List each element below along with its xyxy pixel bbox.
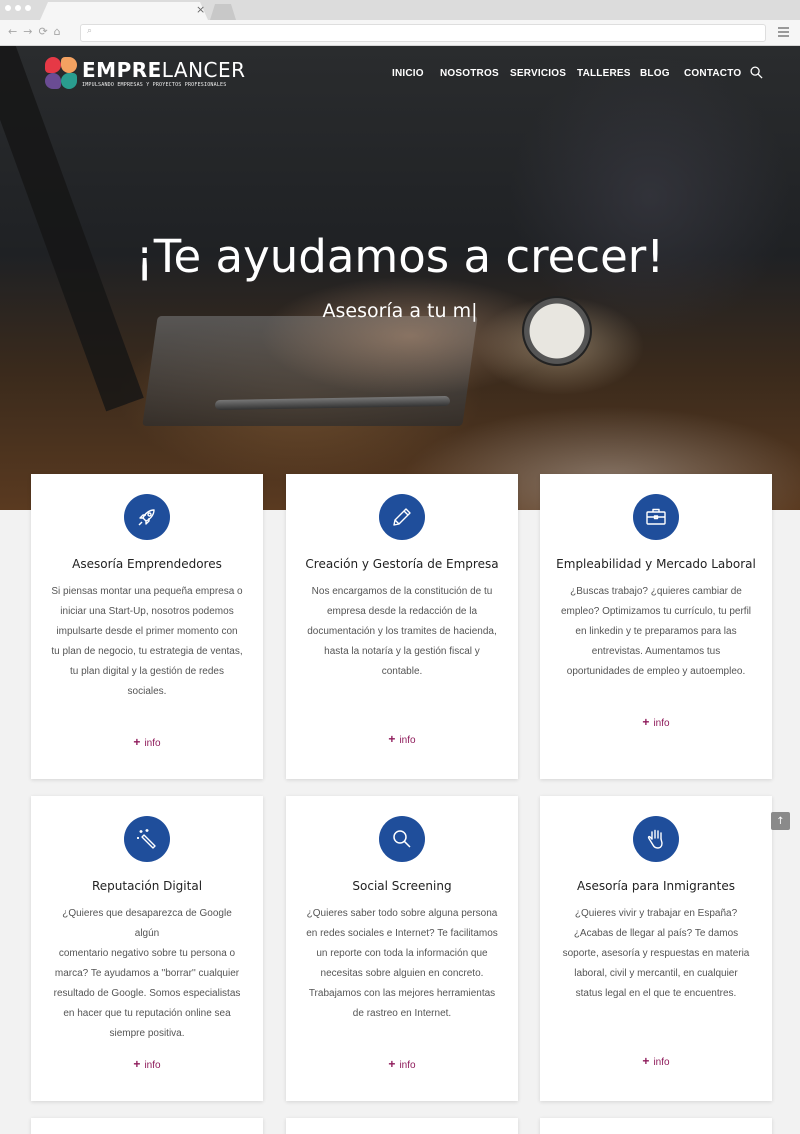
card-title: Reputación Digital	[91, 879, 203, 893]
service-card-inmigrantes: Asesoría para Inmigrantes ¿Quieres vivir…	[540, 796, 772, 1101]
card-description: ¿Quieres vivir y trabajar en España? ¿Aca…	[562, 908, 750, 999]
arrow-up-icon: ↑	[776, 815, 785, 827]
nav-item-nosotros[interactable]: NOSOTROS	[440, 68, 499, 79]
service-card-emprendedores: Asesoría Emprendedores Si piensas montar…	[31, 474, 263, 779]
info-link[interactable]: + info	[31, 1057, 263, 1071]
service-card-row3-b	[286, 1118, 518, 1134]
service-card-row3-a	[31, 1118, 263, 1134]
card-description: ¿Quieres saber todo sobre alguna persona…	[306, 908, 498, 1019]
main-nav: INICIO NOSOTROS SERVICIOS TALLERES BLOG …	[0, 68, 800, 82]
hero-banner: EMPRELANCER IMPULSANDO EMPRESAS Y PROYEC…	[0, 46, 800, 510]
service-card-reputacion: Reputación Digital ¿Quieres que desapare…	[31, 796, 263, 1101]
pencil-icon	[379, 494, 425, 540]
card-description: Si piensas montar una pequeña empresa oi…	[51, 586, 243, 697]
search-icon[interactable]	[750, 66, 763, 79]
window-zoom-dot[interactable]	[25, 5, 31, 11]
rocket-icon	[124, 494, 170, 540]
tab-close-icon[interactable]: ×	[196, 3, 205, 17]
nav-item-inicio[interactable]: INICIO	[392, 68, 424, 79]
hero-title: ¡Te ayudamos a crecer!	[135, 230, 665, 283]
window-minimize-dot[interactable]	[15, 5, 21, 11]
window-controls[interactable]	[5, 5, 31, 11]
hero-subtitle: Asesoría a tu m|	[322, 300, 478, 322]
info-link[interactable]: + info	[31, 735, 263, 749]
magnifier-icon	[379, 816, 425, 862]
plus-icon: +	[642, 715, 650, 729]
browser-menu-icon[interactable]	[778, 27, 789, 39]
card-title: Creación y Gestoría de Empresa	[305, 557, 499, 571]
plus-icon: +	[642, 1054, 650, 1068]
nav-item-talleres[interactable]: TALLERES	[577, 68, 631, 79]
browser-tab-active[interactable]	[40, 2, 208, 20]
info-link[interactable]: + info	[540, 1054, 772, 1068]
briefcase-icon	[633, 494, 679, 540]
reload-icon[interactable]: ⟳	[38, 25, 47, 38]
browser-toolbar: ← → ⟳ ⌂ ⌕	[0, 20, 800, 46]
card-title: Asesoría Emprendedores	[72, 557, 222, 571]
hero-photo-laptop-screen	[0, 46, 144, 412]
card-title: Empleabilidad y Mercado Laboral	[556, 557, 756, 571]
logo-tagline: IMPULSANDO EMPRESAS Y PROYECTOS PROFESIO…	[82, 81, 227, 88]
home-icon[interactable]: ⌂	[54, 25, 61, 38]
card-title: Asesoría para Inmigrantes	[577, 879, 735, 893]
service-card-empleabilidad: Empleabilidad y Mercado Laboral ¿Buscas …	[540, 474, 772, 779]
service-card-gestoria: Creación y Gestoría de Empresa Nos encar…	[286, 474, 518, 779]
card-description: ¿Quieres que desaparezca de Google algún…	[53, 908, 241, 1039]
card-title: Social Screening	[352, 879, 452, 893]
window-close-dot[interactable]	[5, 5, 11, 11]
info-link[interactable]: + info	[540, 715, 772, 729]
scroll-to-top-button[interactable]: ↑	[771, 812, 790, 830]
nav-item-blog[interactable]: BLOG	[640, 68, 670, 79]
browser-new-tab[interactable]	[210, 4, 236, 20]
hand-icon	[633, 816, 679, 862]
nav-item-contacto[interactable]: CONTACTO	[684, 68, 741, 79]
address-bar[interactable]: ⌕	[80, 24, 766, 42]
plus-icon: +	[388, 1057, 396, 1071]
plus-icon: +	[133, 735, 141, 749]
forward-icon[interactable]: →	[23, 25, 32, 38]
plus-icon: +	[133, 1057, 141, 1071]
info-link[interactable]: + info	[286, 732, 518, 746]
hero-photo-hands	[260, 276, 560, 396]
back-icon[interactable]: ←	[8, 25, 17, 38]
service-card-row3-c	[540, 1118, 772, 1134]
card-description: ¿Buscas trabajo? ¿quieres cambiar de empl…	[560, 586, 752, 677]
nav-item-servicios[interactable]: SERVICIOS	[510, 68, 566, 79]
info-link[interactable]: + info	[286, 1057, 518, 1071]
card-description: Nos encargamos de la constitución de tu e…	[307, 586, 497, 677]
plus-icon: +	[388, 732, 396, 746]
service-card-social-screening: Social Screening ¿Quieres saber todo sob…	[286, 796, 518, 1101]
magic-wand-icon	[124, 816, 170, 862]
browser-tab-strip: ×	[0, 0, 800, 20]
address-search-icon: ⌕	[87, 26, 93, 36]
